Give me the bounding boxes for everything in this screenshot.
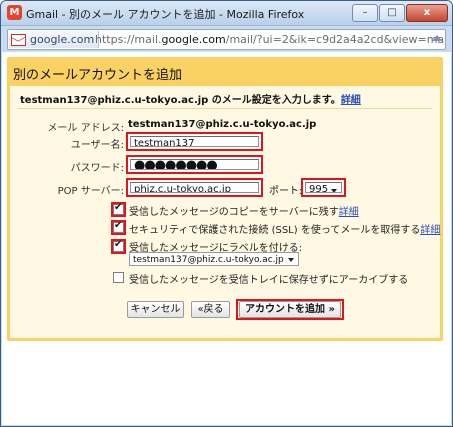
keep-copy-details-link[interactable]: 詳細 <box>339 207 359 218</box>
url-path: /mail/?ui=2&ik=c9d2a4a2cd&view=ma <box>225 33 445 46</box>
add-account-dialog: 別のメールアカウントを追加 testman137@phiz.c.u-tokyo.… <box>7 57 443 341</box>
username-highlight: testman137 <box>126 132 263 151</box>
back-button[interactable]: «戻る <box>191 301 230 318</box>
keep-copy-checkbox[interactable] <box>113 202 124 215</box>
password-label: パスワード: <box>70 163 124 174</box>
port-highlight: 995 <box>301 178 346 197</box>
ssl-details-link[interactable]: 詳細 <box>420 225 440 236</box>
port-value: 995 <box>309 184 329 193</box>
ssl-text: セキュリティで保護された接続 (SSL) を使ってメールを取得する <box>129 225 421 236</box>
dialog-title: 別のメールアカウントを追加 <box>13 68 183 83</box>
window-controls: – □ x <box>351 4 448 22</box>
label-select[interactable]: testman137@phiz.c.u-tokyo.ac.jp <box>129 252 299 266</box>
site-identity-label: google.com <box>30 33 95 46</box>
username-input[interactable]: testman137 <box>130 136 259 147</box>
archive-checkbox[interactable] <box>113 272 124 283</box>
password-highlight: ●●●●●●●● <box>126 155 263 174</box>
ssl-checkbox[interactable] <box>113 220 124 233</box>
cancel-button[interactable]: キャンセル <box>127 301 184 318</box>
port-select[interactable]: 995 <box>305 182 342 193</box>
site-identity-button[interactable]: google.com <box>9 31 100 48</box>
email-label: メール アドレス: <box>47 123 124 134</box>
url-prefix: https://mail. <box>95 33 162 46</box>
password-input[interactable]: ●●●●●●●● <box>130 159 259 170</box>
keep-copy-text: 受信したメッセージのコピーをサーバーに残す <box>129 207 339 218</box>
archive-label: 受信したメッセージを受信トレイに保存せずにアーカイブする <box>129 275 409 286</box>
maximize-button[interactable]: □ <box>379 4 405 22</box>
port-label: ポート: <box>269 186 303 197</box>
add-account-button[interactable]: アカウントを追加 » <box>239 301 341 318</box>
minimize-button[interactable]: – <box>352 4 378 22</box>
dropdown-arrow-icon[interactable] <box>432 35 442 41</box>
url-domain: google.com <box>161 33 226 46</box>
pop-server-input[interactable]: phiz.c.u-tokyo.ac.jp <box>130 182 259 193</box>
address-bar[interactable]: google.com https://mail.google.com/mail/… <box>7 29 446 50</box>
window-title: Gmail - 別のメール アカウントを追加 - Mozilla Firefox <box>26 8 305 21</box>
gmail-favicon-icon: M <box>7 5 22 20</box>
ssl-label: セキュリティで保護された接続 (SSL) を使ってメールを取得する詳細 <box>129 221 440 236</box>
page-content: 別のメールアカウントを追加 testman137@phiz.c.u-tokyo.… <box>2 52 451 425</box>
browser-window: M Gmail - 別のメール アカウントを追加 - Mozilla Firef… <box>0 0 453 427</box>
chevron-down-icon <box>288 258 294 262</box>
username-label: ユーザー名: <box>70 140 124 151</box>
keep-copy-label: 受信したメッセージのコピーをサーバーに残す詳細 <box>129 203 359 218</box>
pop-server-highlight: phiz.c.u-tokyo.ac.jp <box>126 178 263 197</box>
title-bar: M Gmail - 別のメール アカウントを追加 - Mozilla Firef… <box>1 1 452 26</box>
divider <box>18 108 432 109</box>
dialog-body: testman137@phiz.c.u-tokyo.ac.jp のメール設定を入… <box>10 86 440 338</box>
gmail-envelope-icon <box>11 33 26 46</box>
label-select-value: testman137@phiz.c.u-tokyo.ac.jp <box>133 255 284 265</box>
pop-server-label: POP サーバー: <box>57 186 124 197</box>
intro-message: testman137@phiz.c.u-tokyo.ac.jp のメール設定を入… <box>20 95 341 106</box>
label-checkbox[interactable] <box>113 239 124 252</box>
close-button[interactable]: x <box>406 4 448 22</box>
intro-text: testman137@phiz.c.u-tokyo.ac.jp のメール設定を入… <box>20 91 361 106</box>
email-value: testman137@phiz.c.u-tokyo.ac.jp <box>128 119 317 130</box>
chevron-down-icon <box>331 189 337 192</box>
intro-details-link[interactable]: 詳細 <box>341 95 361 106</box>
url-text: https://mail.google.com/mail/?ui=2&ik=c9… <box>95 30 444 49</box>
